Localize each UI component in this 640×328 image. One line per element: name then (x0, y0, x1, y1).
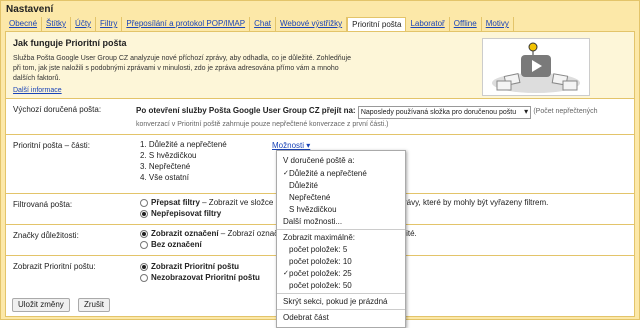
menu-count-50[interactable]: počet položek: 50 (289, 281, 352, 290)
intro-heading: Jak funguje Prioritní pošta (13, 38, 127, 48)
menu-divider (277, 229, 405, 230)
section-1: 1. Důležité a nepřečtené (140, 140, 227, 149)
menu-item-unread[interactable]: Nepřečtené (289, 193, 330, 202)
save-button[interactable]: Uložit změny (12, 298, 70, 312)
settings-tabs: Obecné Štítky Účty Filtry Přeposílání a … (5, 17, 635, 31)
hide-priority-radio[interactable] (140, 273, 148, 282)
tab-offline[interactable]: Offline (450, 17, 482, 31)
menu-item-important[interactable]: Důležité (289, 181, 318, 190)
override-filters-radio[interactable] (140, 198, 148, 207)
tab-themes[interactable]: Motivy (482, 17, 514, 31)
show-markers-label: Zobrazit označení (151, 229, 219, 238)
tab-labs[interactable]: Laboratoř (406, 17, 450, 31)
section-options-link[interactable]: Možnosti ▾ (272, 141, 310, 150)
intro-box: Jak funguje Prioritní pošta Služba Pošta… (6, 32, 634, 99)
menu-count-10[interactable]: počet položek: 10 (289, 257, 352, 266)
show-priority-radio[interactable] (140, 262, 148, 271)
hide-priority-label: Nezobrazovat Prioritní poštu (151, 273, 260, 282)
override-filters-label: Přepsat filtry (151, 198, 200, 207)
default-inbox-select[interactable]: Naposledy používaná složka pro doručenou… (357, 106, 532, 119)
markers-label: Značky důležitosti: (13, 231, 79, 240)
tab-priority-inbox[interactable]: Prioritní pošta (347, 17, 407, 31)
no-override-label: Nepřepisovat filtry (151, 209, 222, 218)
page-title: Nastavení (6, 4, 54, 15)
no-markers-label: Bez označení (151, 240, 202, 249)
menu-item-more-options[interactable]: Další možnosti... (283, 217, 342, 226)
tab-filters[interactable]: Filtry (96, 17, 123, 31)
no-markers-radio[interactable] (140, 240, 148, 249)
play-icon[interactable] (521, 55, 551, 77)
menu-item-important-unread[interactable]: Důležité a nepřečtené (283, 169, 367, 178)
tab-web-clips[interactable]: Webové výstřižky (276, 17, 348, 31)
tab-chat[interactable]: Chat (250, 17, 277, 31)
section-2: 2. S hvězdičkou (140, 151, 197, 160)
sections-label: Prioritní pošta – části: (13, 141, 90, 150)
menu-item-starred[interactable]: S hvězdičkou (289, 205, 337, 214)
menu-remove-section[interactable]: Odebrat část (283, 313, 329, 322)
menu-hide-empty[interactable]: Skrýt sekci, pokud je prázdná (283, 297, 388, 306)
cancel-button[interactable]: Zrušit (78, 298, 110, 312)
filtered-label: Filtrovaná pošta: (13, 200, 73, 209)
section-3: 3. Nepřečtené (140, 162, 191, 171)
default-inbox-text: Po otevření služby Pošta Google User Gro… (136, 106, 356, 115)
show-markers-radio[interactable] (140, 229, 148, 238)
default-inbox-label: Výchozí doručená pošta: (13, 105, 102, 114)
no-markers-option[interactable]: Bez označení (140, 240, 202, 249)
sections-list: 1. Důležité a nepřečtené 2. S hvězdičkou… (140, 139, 227, 183)
section-options-menu: V doručené poště a: Důležité a nepřečten… (276, 150, 406, 328)
menu-divider (277, 293, 405, 294)
show-label: Zobrazit Prioritní poštu: (13, 262, 96, 271)
section-4: 4. Vše ostatní (140, 173, 189, 182)
no-override-option[interactable]: Nepřepisovat filtry (140, 209, 221, 218)
no-override-radio[interactable] (140, 209, 148, 218)
tab-general[interactable]: Obecné (5, 17, 43, 31)
menu-divider (277, 309, 405, 310)
menu-header: V doručené poště a: (283, 156, 355, 165)
show-priority-label: Zobrazit Prioritní poštu (151, 262, 239, 271)
hide-priority-option[interactable]: Nezobrazovat Prioritní poštu (140, 273, 260, 282)
menu-count-25[interactable]: počet položek: 25 (283, 269, 352, 278)
tab-accounts[interactable]: Účty (71, 17, 97, 31)
menu-count-5[interactable]: počet položek: 5 (289, 245, 347, 254)
intro-video[interactable] (482, 38, 590, 96)
default-inbox-desc: Po otevření služby Pošta Google User Gro… (136, 105, 626, 130)
row-default-inbox: Výchozí doručená pošta: Po otevření služ… (6, 99, 634, 135)
menu-max-label: Zobrazit maximálně: (283, 233, 356, 242)
more-info-link[interactable]: Další informace (13, 87, 62, 94)
section-options-label: Možnosti (272, 141, 305, 150)
tab-forwarding[interactable]: Přeposílání a protokol POP/IMAP (122, 17, 251, 31)
show-priority-option[interactable]: Zobrazit Prioritní poštu (140, 262, 239, 271)
intro-text: Služba Pošta Google User Group CZ analyz… (13, 55, 352, 82)
tab-labels[interactable]: Štítky (42, 17, 72, 31)
